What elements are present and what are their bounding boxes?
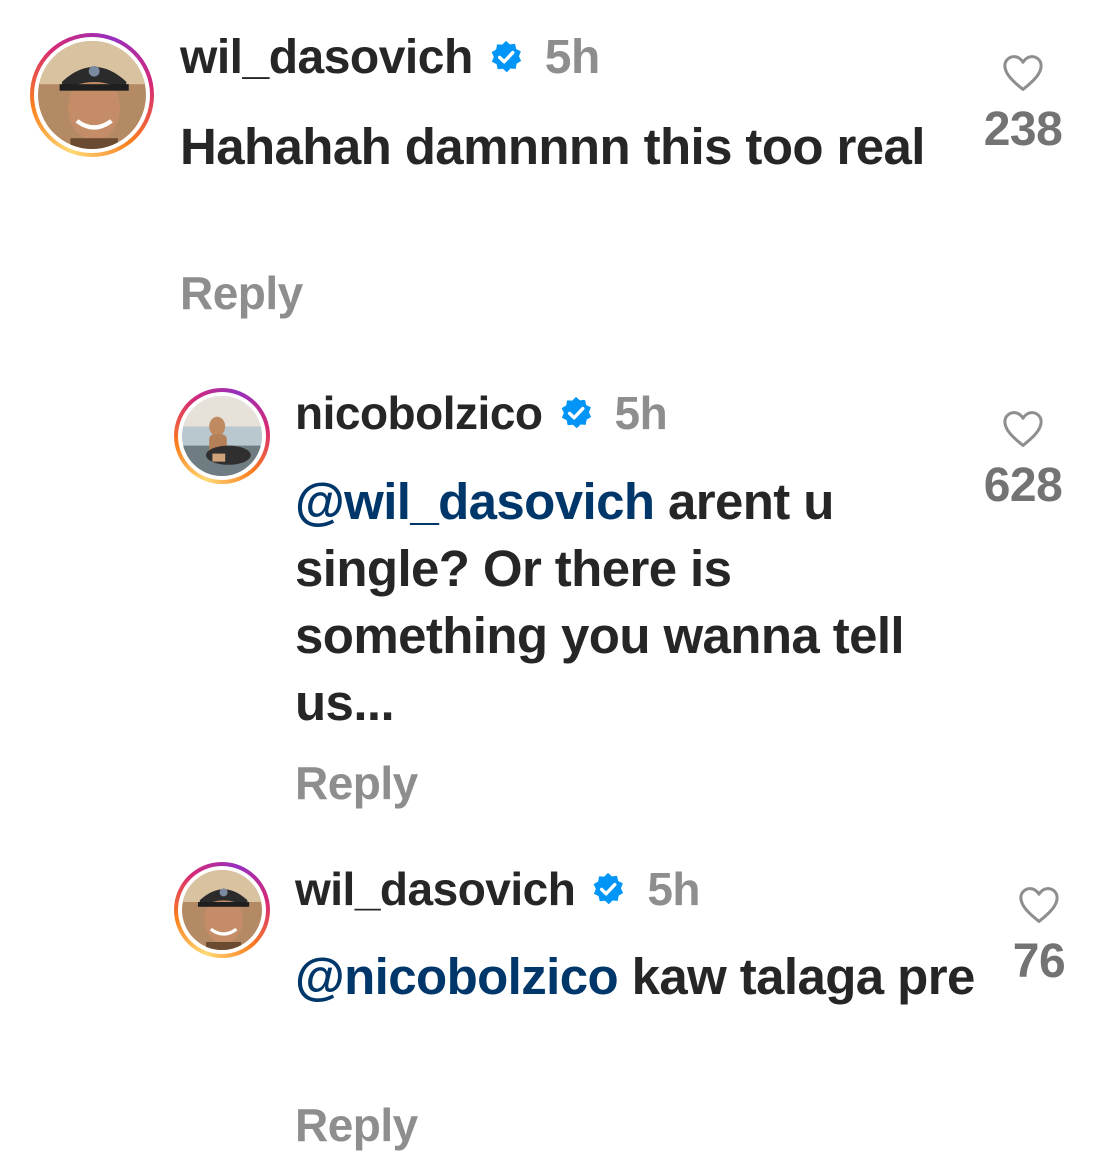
reply-button[interactable]: Reply bbox=[295, 756, 418, 810]
comment-body: kaw talaga pre bbox=[631, 948, 976, 1005]
comment-text: @nicobolzico kaw talaga pre bbox=[295, 943, 975, 1010]
comment-text: @wil_dasovich arent u single? Or there i… bbox=[295, 468, 915, 736]
avatar[interactable] bbox=[174, 862, 270, 958]
like-count: 238 bbox=[983, 103, 1063, 156]
verified-badge-icon bbox=[559, 396, 593, 430]
comment-body: Hahahah damnnnn this too real bbox=[180, 118, 925, 175]
comment-header: wil_dasovich 5h bbox=[295, 858, 701, 920]
avatar[interactable] bbox=[174, 388, 270, 484]
comment-header: nicobolzico 5h bbox=[295, 382, 668, 444]
like-group: 76 bbox=[984, 886, 1094, 989]
mention-link[interactable]: @nicobolzico bbox=[295, 948, 619, 1005]
username[interactable]: nicobolzico bbox=[295, 386, 543, 440]
like-count: 628 bbox=[983, 459, 1063, 512]
avatar[interactable] bbox=[30, 33, 154, 157]
heart-icon[interactable] bbox=[1002, 54, 1044, 92]
reply-button[interactable]: Reply bbox=[295, 1098, 418, 1152]
username[interactable]: wil_dasovich bbox=[295, 862, 576, 916]
verified-badge-icon bbox=[591, 872, 625, 906]
mention-link[interactable]: @wil_dasovich bbox=[295, 473, 655, 530]
like-count: 76 bbox=[1012, 935, 1066, 988]
heart-icon[interactable] bbox=[1018, 886, 1060, 924]
timestamp: 5h bbox=[614, 387, 668, 439]
profile-photo-icon bbox=[182, 396, 262, 476]
comment-header: wil_dasovich 5h bbox=[180, 26, 600, 88]
timestamp: 5h bbox=[647, 863, 701, 915]
reply-button[interactable]: Reply bbox=[180, 266, 303, 320]
heart-icon[interactable] bbox=[1002, 410, 1044, 448]
username[interactable]: wil_dasovich bbox=[180, 30, 473, 85]
comment-text: Hahahah damnnnn this too real bbox=[180, 113, 940, 180]
verified-badge-icon bbox=[489, 40, 523, 74]
profile-photo-icon bbox=[38, 41, 146, 149]
timestamp: 5h bbox=[544, 30, 601, 84]
profile-photo-icon bbox=[182, 870, 262, 950]
like-group: 238 bbox=[968, 54, 1078, 157]
like-group: 628 bbox=[968, 410, 1078, 513]
